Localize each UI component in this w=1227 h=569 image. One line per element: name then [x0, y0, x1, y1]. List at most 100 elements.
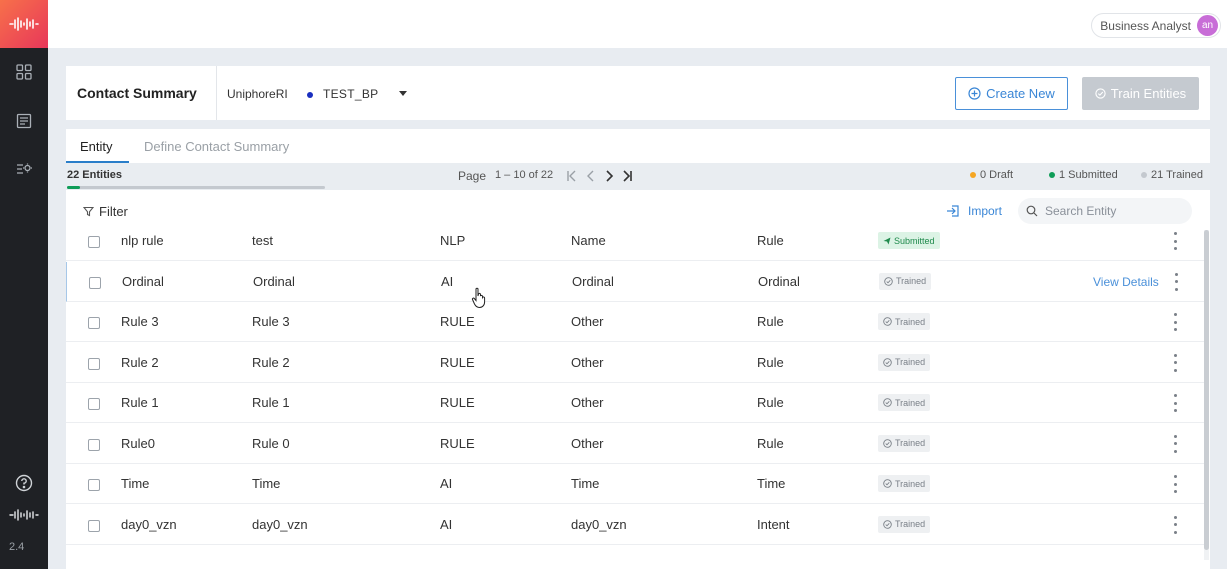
row-checkbox[interactable]: [88, 479, 100, 491]
version-label: 2.4: [9, 541, 25, 553]
search-icon: [1026, 205, 1038, 217]
table-row[interactable]: Ordinal Ordinal AI Ordinal Ordinal Trained Vie…: [66, 261, 1204, 302]
status-badge: Trained: [878, 394, 931, 411]
entity-label: test: [252, 233, 273, 248]
tab-define-contact-summary[interactable]: Define Contact Summary: [144, 139, 289, 154]
page-title: Contact Summary: [77, 85, 197, 101]
search-input[interactable]: [1045, 204, 1175, 218]
status-label: Trained: [896, 276, 927, 286]
table-row[interactable]: Rule 1 Rule 1 RULE Other Rule Trained: [66, 383, 1204, 423]
scrollbar-thumb[interactable]: [1204, 230, 1209, 550]
draft-dot: [970, 172, 976, 178]
page-label: Page: [458, 169, 487, 183]
import-button[interactable]: Import: [946, 204, 1002, 218]
entity-name: Rule 2: [121, 354, 159, 370]
help-circle-icon[interactable]: [14, 473, 34, 493]
check-circle-icon: [884, 276, 893, 286]
entity-type: Ordinal: [758, 273, 800, 289]
table-row[interactable]: Rule 2 Rule 2 RULE Other Rule Trained: [66, 343, 1204, 383]
submitted-count: 1 Submitted: [1059, 169, 1118, 181]
status-label: Trained: [895, 316, 926, 327]
more-options-icon[interactable]: [1171, 515, 1179, 534]
entity-type: Rule: [757, 233, 784, 248]
send-icon: [883, 237, 891, 244]
row-checkbox[interactable]: [88, 236, 100, 248]
check-circle-icon: [883, 357, 892, 367]
entity-name: Rule 3: [121, 314, 159, 329]
entity-type: Time: [757, 476, 786, 491]
user-menu[interactable]: Business Analyst an: [1091, 13, 1221, 38]
more-options-icon[interactable]: [1171, 394, 1179, 412]
entity-method: NLP: [440, 233, 466, 248]
entity-table-panel: Filter Import nlp rule test NLP Name Rule Sub…: [66, 190, 1210, 569]
entity-summary-bar: 22 Entities Page 1 – 10 of 22 0 Draft 1 …: [66, 163, 1210, 190]
entity-category: Other: [571, 314, 604, 329]
entity-label: Rule 1: [252, 395, 290, 410]
uniphore-logo[interactable]: [0, 0, 48, 48]
entity-type: Intent: [757, 516, 790, 532]
status-label: Trained: [895, 438, 926, 448]
caret-down-icon[interactable]: [399, 91, 407, 96]
entity-method: AI: [440, 516, 453, 532]
more-options-icon[interactable]: [1171, 232, 1179, 250]
table-row[interactable]: nlp rule test NLP Name Rule Submitted: [66, 221, 1204, 261]
entity-category: Ordinal: [572, 273, 614, 289]
uniphore-wave-icon: [9, 17, 39, 31]
document-list-icon[interactable]: [14, 111, 34, 131]
draft-count: 0 Draft: [980, 169, 1014, 181]
table-row[interactable]: Rule0 Rule 0 RULE Other Rule Trained: [66, 424, 1204, 464]
entity-method: AI: [440, 476, 453, 491]
bp-selector[interactable]: TEST_BP: [323, 87, 378, 101]
status-label: Trained: [895, 397, 926, 408]
view-details-link[interactable]: View Details: [1093, 275, 1159, 289]
create-new-button[interactable]: Create New: [955, 77, 1068, 110]
org-name: UniphoreRI: [227, 87, 288, 101]
row-checkbox[interactable]: [88, 519, 100, 532]
entity-name: day0_vzn: [121, 516, 177, 532]
status-badge: Submitted: [878, 232, 940, 249]
tab-entity[interactable]: Entity: [80, 139, 113, 154]
more-options-icon[interactable]: [1171, 353, 1179, 372]
table-row[interactable]: Time Time AI Time Time Trained: [66, 464, 1204, 504]
row-checkbox[interactable]: [88, 317, 100, 329]
settings-list-icon[interactable]: [14, 159, 34, 179]
entity-name: Rule 1: [121, 395, 159, 410]
row-checkbox[interactable]: [88, 438, 100, 451]
entity-method: RULE: [440, 435, 475, 451]
import-label: Import: [968, 204, 1003, 218]
user-name: Business Analyst: [1100, 18, 1191, 33]
check-circle-icon: [883, 438, 892, 448]
train-entities-label: Train Entities: [1110, 86, 1187, 101]
legend-submitted: 1 Submitted: [1049, 169, 1118, 181]
check-circle-icon: [883, 317, 892, 326]
status-badge: Trained: [878, 515, 931, 533]
legend-draft: 0 Draft: [970, 169, 1013, 181]
entity-name: Rule0: [121, 435, 155, 451]
row-checkbox[interactable]: [88, 398, 100, 410]
entity-category: Other: [571, 395, 604, 410]
filter-button[interactable]: Filter: [83, 204, 128, 219]
filter-label: Filter: [99, 204, 128, 219]
check-circle-icon: [883, 519, 892, 529]
check-circle-icon: [1095, 88, 1106, 99]
table-scrollbar[interactable]: [1204, 230, 1209, 560]
train-entities-button[interactable]: Train Entities: [1082, 77, 1199, 110]
entity-type: Rule: [757, 314, 784, 329]
bp-status-dot: [307, 92, 313, 98]
entity-method: AI: [441, 273, 454, 289]
next-page-icon[interactable]: [601, 167, 617, 185]
more-options-icon[interactable]: [1172, 272, 1180, 291]
table-row[interactable]: Rule 3 Rule 3 RULE Other Rule Trained: [66, 302, 1204, 342]
more-options-icon[interactable]: [1171, 434, 1179, 453]
last-page-icon[interactable]: [619, 167, 635, 185]
prev-page-icon[interactable]: [583, 167, 599, 185]
first-page-icon[interactable]: [564, 167, 580, 185]
entity-label: Rule 0: [252, 435, 290, 451]
dashboard-grid-icon[interactable]: [14, 62, 34, 82]
row-checkbox[interactable]: [89, 276, 101, 289]
more-options-icon[interactable]: [1171, 475, 1179, 493]
table-row[interactable]: day0_vzn day0_vzn AI day0_vzn Intent Trained: [66, 505, 1204, 545]
more-options-icon[interactable]: [1171, 313, 1179, 331]
page-range: 1 – 10 of 22: [495, 169, 554, 181]
row-checkbox[interactable]: [88, 357, 100, 370]
